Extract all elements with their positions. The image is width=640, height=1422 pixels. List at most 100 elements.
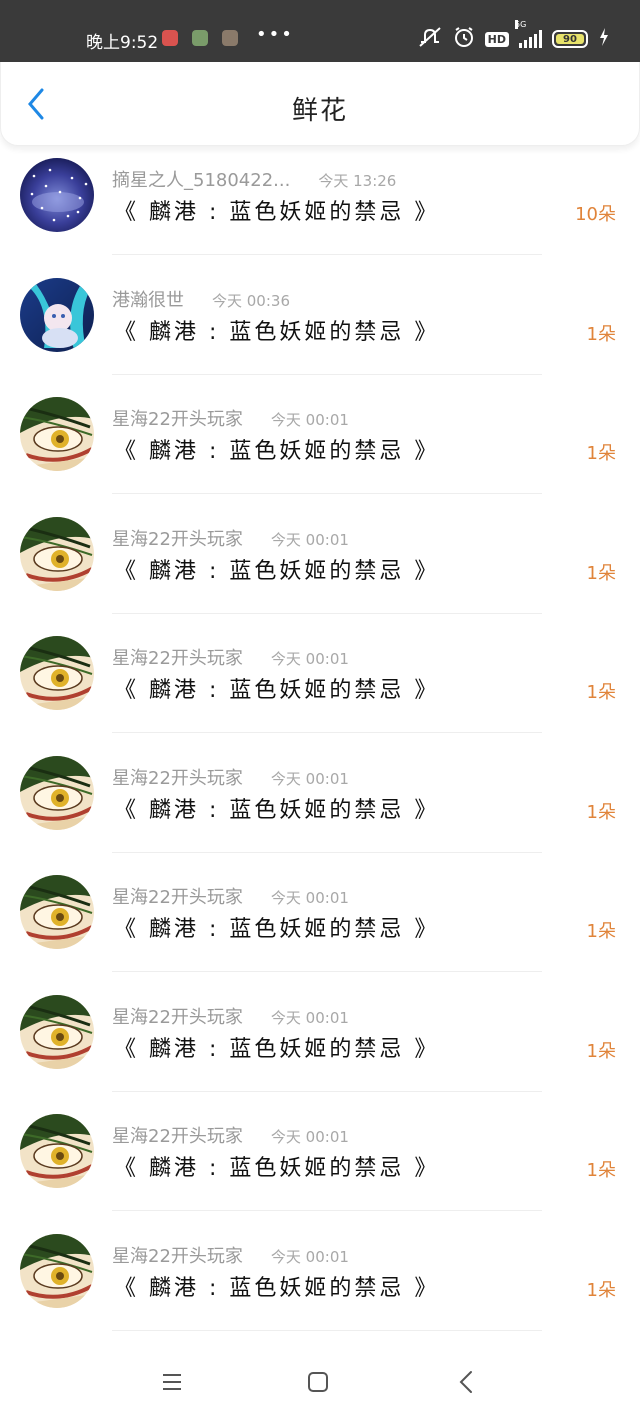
notification-app-icon	[192, 30, 208, 46]
list-item[interactable]: 星海22开头玩家 今天 00:01 《 麟港 : 蓝色妖姬的禁忌 》 1朵	[0, 1224, 640, 1344]
gift-time: 今天 00:01	[270, 889, 349, 907]
hd-badge: HD	[484, 31, 509, 47]
status-icons: HD 5G 90	[417, 20, 610, 52]
avatar[interactable]	[20, 636, 94, 710]
user-name[interactable]: 星海22开头玩家	[112, 405, 243, 431]
row-meta: 星海22开头玩家 今天 00:01	[112, 1242, 349, 1268]
avatar[interactable]	[20, 1114, 94, 1188]
notification-app-icon	[162, 30, 178, 46]
list-item[interactable]: 星海22开头玩家 今天 00:01 《 麟港 : 蓝色妖姬的禁忌 》 1朵	[0, 626, 640, 746]
flower-count: 1朵	[586, 323, 616, 345]
book-title: 《 麟港 : 蓝色妖姬的禁忌 》	[114, 797, 440, 823]
row-meta: 摘星之人_5180422... 今天 13:26	[112, 166, 397, 192]
row-meta: 星海22开头玩家 今天 00:01	[112, 644, 349, 670]
row-meta: 星海22开头玩家 今天 00:01	[112, 764, 349, 790]
user-name[interactable]: 摘星之人_5180422...	[112, 166, 290, 192]
row-meta: 星海22开头玩家 今天 00:01	[112, 405, 349, 431]
back-triangle-icon	[459, 1371, 472, 1393]
notification-app-icon	[222, 30, 238, 46]
gift-time: 今天 00:01	[270, 1128, 349, 1146]
divider	[112, 971, 542, 972]
divider	[112, 732, 542, 733]
system-nav-bar	[0, 1342, 640, 1422]
book-title: 《 麟港 : 蓝色妖姬的禁忌 》	[114, 678, 440, 703]
row-meta: 星海22开头玩家 今天 00:01	[112, 1122, 349, 1148]
divider	[112, 851, 542, 853]
divider	[112, 373, 542, 375]
status-bar: 晚上9:52 ••• HD 5G 90	[0, 0, 640, 62]
user-name[interactable]: 星海22开头玩家	[112, 525, 243, 551]
divider	[112, 493, 542, 494]
flower-list: 摘星之人_5180422... 今天 13:26 《 麟港 : 蓝色妖姬的禁忌 …	[0, 148, 640, 1343]
avatar[interactable]	[20, 1233, 94, 1308]
list-item[interactable]: 摘星之人_5180422... 今天 13:26 《 麟港 : 蓝色妖姬的禁忌 …	[0, 148, 640, 268]
menu-icon	[163, 1374, 181, 1390]
gift-time: 今天 00:01	[270, 769, 349, 788]
mute-icon	[417, 26, 443, 52]
header: 鲜花	[0, 62, 640, 146]
book-title: 《 麟港 : 蓝色妖姬的禁忌 》	[114, 1036, 440, 1062]
flower-count: 1朵	[586, 1160, 616, 1181]
user-name[interactable]: 星海22开头玩家	[112, 764, 243, 790]
user-name[interactable]: 星海22开头玩家	[112, 1242, 243, 1268]
gift-time: 今天 00:01	[270, 1008, 349, 1027]
menu-button[interactable]	[154, 1364, 190, 1400]
list-item[interactable]: 星海22开头玩家 今天 00:01 《 麟港 : 蓝色妖姬的禁忌 》 1朵	[0, 746, 640, 866]
divider	[112, 1090, 542, 1092]
book-title: 《 麟港 : 蓝色妖姬的禁忌 》	[114, 319, 440, 345]
gift-time: 今天 00:01	[270, 1247, 349, 1266]
flower-count: 1朵	[586, 682, 616, 703]
avatar[interactable]	[20, 755, 94, 830]
list-item[interactable]: 星海22开头玩家 今天 00:01 《 麟港 : 蓝色妖姬的禁忌 》 1朵	[0, 865, 640, 985]
list-item[interactable]: 星海22开头玩家 今天 00:01 《 麟港 : 蓝色妖姬的禁忌 》 1朵	[0, 1104, 640, 1224]
list-item[interactable]: 星海22开头玩家 今天 00:01 《 麟港 : 蓝色妖姬的禁忌 》 1朵	[0, 985, 640, 1105]
book-title: 《 麟港 : 蓝色妖姬的禁忌 》	[114, 1275, 440, 1301]
list-item[interactable]: 港瀚很世 今天 00:36 《 麟港 : 蓝色妖姬的禁忌 》 1朵	[0, 268, 640, 388]
user-name[interactable]: 星海22开头玩家	[112, 1122, 243, 1148]
flower-count: 1朵	[586, 1279, 616, 1301]
gift-time: 今天 00:01	[270, 530, 349, 549]
charging-icon	[598, 27, 610, 51]
signal-icon: 5G	[515, 20, 542, 48]
list-item[interactable]: 星海22开头玩家 今天 00:01 《 麟港 : 蓝色妖姬的禁忌 》 1朵	[0, 507, 640, 627]
flower-count: 10朵	[575, 204, 616, 225]
avatar[interactable]	[20, 875, 94, 949]
battery-icon: 90	[552, 30, 588, 48]
divider	[112, 1210, 542, 1211]
more-notifications-icon: •••	[256, 24, 294, 45]
book-title: 《 麟港 : 蓝色妖姬的禁忌 》	[114, 200, 440, 225]
book-title: 《 麟港 : 蓝色妖姬的禁忌 》	[114, 1156, 440, 1181]
avatar[interactable]	[20, 158, 94, 232]
avatar[interactable]	[20, 277, 94, 352]
home-square-icon	[308, 1372, 328, 1392]
battery-level: 90	[556, 34, 584, 45]
user-name[interactable]: 星海22开头玩家	[112, 644, 243, 670]
network-type: 5G	[515, 20, 527, 29]
gift-time: 今天 00:36	[212, 291, 290, 310]
flower-count: 1朵	[586, 1040, 616, 1062]
system-back-button[interactable]	[448, 1364, 484, 1400]
flower-count: 1朵	[586, 562, 616, 584]
avatar[interactable]	[20, 994, 94, 1069]
user-name[interactable]: 港瀚很世	[112, 286, 184, 312]
avatar[interactable]	[20, 397, 94, 471]
gift-time: 今天 00:01	[270, 411, 349, 429]
row-meta: 港瀚很世 今天 00:36	[112, 286, 290, 312]
user-name[interactable]: 星海22开头玩家	[112, 883, 243, 909]
divider	[112, 254, 542, 255]
divider	[112, 1329, 542, 1331]
gift-time: 今天 13:26	[318, 172, 397, 190]
user-name[interactable]: 星海22开头玩家	[112, 1003, 243, 1029]
status-time: 晚上9:52	[86, 33, 159, 53]
gift-time: 今天 00:01	[270, 650, 349, 668]
book-title: 《 麟港 : 蓝色妖姬的禁忌 》	[114, 917, 440, 942]
book-title: 《 麟港 : 蓝色妖姬的禁忌 》	[114, 439, 440, 464]
avatar[interactable]	[20, 516, 94, 591]
home-button[interactable]	[300, 1364, 336, 1400]
divider	[112, 612, 542, 614]
row-meta: 星海22开头玩家 今天 00:01	[112, 525, 349, 551]
list-item[interactable]: 星海22开头玩家 今天 00:01 《 麟港 : 蓝色妖姬的禁忌 》 1朵	[0, 387, 640, 507]
flower-count: 1朵	[586, 921, 616, 942]
flower-count: 1朵	[586, 443, 616, 464]
page-title: 鲜花	[291, 96, 348, 126]
